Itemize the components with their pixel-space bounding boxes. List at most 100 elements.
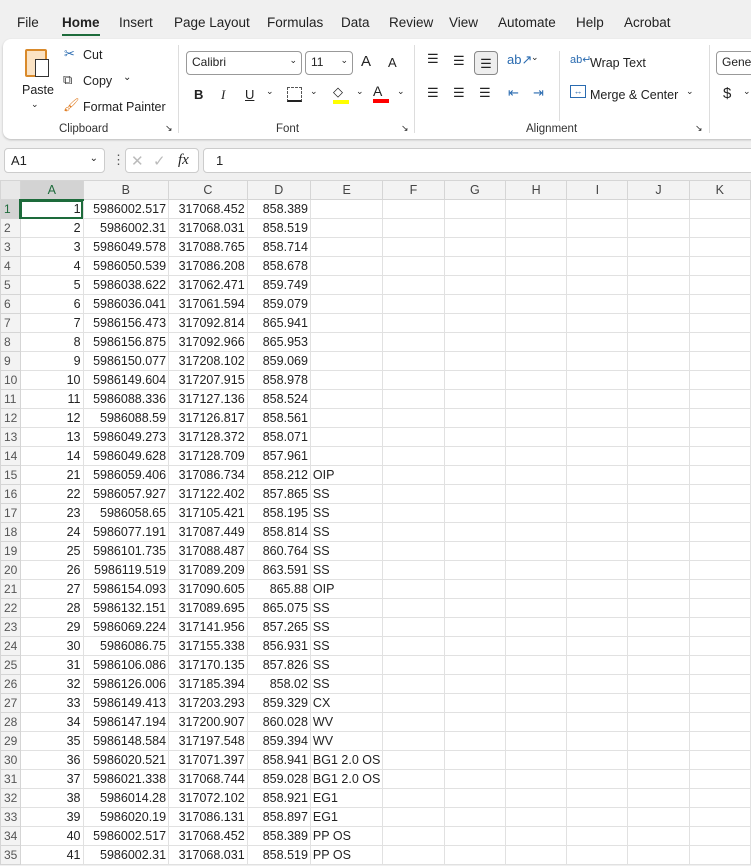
cell-k3[interactable] <box>688 237 751 257</box>
cell-e21[interactable]: OIP <box>309 579 384 599</box>
cell-h14[interactable] <box>504 446 568 466</box>
cell-j27[interactable] <box>627 693 690 713</box>
italic-button[interactable]: I <box>221 87 225 103</box>
chevron-down-icon[interactable]: ⌄ <box>686 86 694 97</box>
font-color-button[interactable]: A <box>373 83 389 103</box>
dialog-launcher-icon[interactable]: ↘ <box>695 123 703 134</box>
cell-f33[interactable] <box>382 807 445 827</box>
cell-i18[interactable] <box>566 522 629 542</box>
cell-f7[interactable] <box>382 313 445 333</box>
enter-icon[interactable]: ✓ <box>153 152 166 170</box>
cell-k6[interactable] <box>688 294 751 314</box>
cell-e23[interactable]: SS <box>309 617 384 637</box>
row-header[interactable]: 22 <box>0 598 21 618</box>
cell-d27[interactable]: 859.329 <box>246 693 311 713</box>
cell-f12[interactable] <box>382 408 445 428</box>
cell-k14[interactable] <box>688 446 751 466</box>
cell-h10[interactable] <box>504 370 568 390</box>
cell-d10[interactable]: 858.978 <box>246 370 311 390</box>
cell-a8[interactable]: 8 <box>19 332 84 352</box>
chevron-down-icon[interactable]: ⌄ <box>743 86 751 97</box>
cell-a4[interactable]: 4 <box>19 256 84 276</box>
cell-e35[interactable]: PP OS <box>309 845 384 865</box>
cell-d8[interactable]: 865.953 <box>246 332 311 352</box>
cell-e14[interactable] <box>309 446 384 466</box>
column-header-d[interactable]: D <box>246 180 311 200</box>
cell-j5[interactable] <box>627 275 690 295</box>
cell-i11[interactable] <box>566 389 629 409</box>
cell-j7[interactable] <box>627 313 690 333</box>
cell-g15[interactable] <box>443 465 507 485</box>
cell-j2[interactable] <box>627 218 690 238</box>
cell-i32[interactable] <box>566 788 629 808</box>
cell-k29[interactable] <box>688 731 751 751</box>
cell-g29[interactable] <box>443 731 507 751</box>
cell-a30[interactable]: 36 <box>19 750 84 770</box>
cell-b13[interactable]: 5986049.273 <box>82 427 170 447</box>
cell-h32[interactable] <box>504 788 568 808</box>
cell-c11[interactable]: 317127.136 <box>168 389 248 409</box>
cell-b20[interactable]: 5986119.519 <box>82 560 170 580</box>
cell-c14[interactable]: 317128.709 <box>168 446 248 466</box>
cell-g16[interactable] <box>443 484 507 504</box>
cell-h2[interactable] <box>504 218 568 238</box>
cell-d34[interactable]: 858.389 <box>246 826 311 846</box>
align-middle-icon[interactable]: ☰ <box>453 53 465 69</box>
cell-f34[interactable] <box>382 826 445 846</box>
cell-f21[interactable] <box>382 579 445 599</box>
cell-i7[interactable] <box>566 313 629 333</box>
more-options-icon[interactable]: ⋮ <box>112 152 125 168</box>
cell-i26[interactable] <box>566 674 629 694</box>
cell-b5[interactable]: 5986038.622 <box>82 275 170 295</box>
paste-button[interactable]: Paste ⌄ <box>17 45 57 109</box>
row-header[interactable]: 29 <box>0 731 21 751</box>
cell-i3[interactable] <box>566 237 629 257</box>
cell-k9[interactable] <box>688 351 751 371</box>
cell-g9[interactable] <box>443 351 507 371</box>
column-header-k[interactable]: K <box>688 180 751 200</box>
row-header[interactable]: 34 <box>0 826 21 846</box>
cell-j6[interactable] <box>627 294 690 314</box>
row-header[interactable]: 18 <box>0 522 21 542</box>
cell-g35[interactable] <box>443 845 507 865</box>
align-center-icon[interactable]: ☰ <box>453 85 465 101</box>
chevron-down-icon[interactable]: ⌄ <box>397 86 405 97</box>
cell-g26[interactable] <box>443 674 507 694</box>
cell-e33[interactable]: EG1 <box>309 807 384 827</box>
cell-e15[interactable]: OIP <box>309 465 384 485</box>
cell-j14[interactable] <box>627 446 690 466</box>
cell-f13[interactable] <box>382 427 445 447</box>
cell-e5[interactable] <box>309 275 384 295</box>
cell-h23[interactable] <box>504 617 568 637</box>
row-header[interactable]: 28 <box>0 712 21 732</box>
cell-j34[interactable] <box>627 826 690 846</box>
cell-d13[interactable]: 858.071 <box>246 427 311 447</box>
underline-button[interactable]: U <box>245 87 254 102</box>
cell-a14[interactable]: 14 <box>19 446 84 466</box>
cell-f30[interactable] <box>382 750 445 770</box>
cell-e11[interactable] <box>309 389 384 409</box>
cell-c18[interactable]: 317087.449 <box>168 522 248 542</box>
cell-i24[interactable] <box>566 636 629 656</box>
insert-function-button[interactable]: fx <box>178 152 189 169</box>
cell-k5[interactable] <box>688 275 751 295</box>
cell-b9[interactable]: 5986150.077 <box>82 351 170 371</box>
cell-c28[interactable]: 317200.907 <box>168 712 248 732</box>
cell-a12[interactable]: 12 <box>19 408 84 428</box>
cell-e32[interactable]: EG1 <box>309 788 384 808</box>
cell-j25[interactable] <box>627 655 690 675</box>
decrease-indent-icon[interactable]: ⇤ <box>508 85 519 101</box>
cell-k28[interactable] <box>688 712 751 732</box>
cell-h22[interactable] <box>504 598 568 618</box>
row-header[interactable]: 10 <box>0 370 21 390</box>
cell-j21[interactable] <box>627 579 690 599</box>
cell-d19[interactable]: 860.764 <box>246 541 311 561</box>
row-header[interactable]: 21 <box>0 579 21 599</box>
dialog-launcher-icon[interactable]: ↘ <box>401 123 409 134</box>
cell-g13[interactable] <box>443 427 507 447</box>
chevron-down-icon[interactable]: ⌄ <box>266 86 274 97</box>
cell-e31[interactable]: BG1 2.0 OS <box>309 769 384 789</box>
cell-k2[interactable] <box>688 218 751 238</box>
cell-d23[interactable]: 857.265 <box>246 617 311 637</box>
cell-b27[interactable]: 5986149.413 <box>82 693 170 713</box>
